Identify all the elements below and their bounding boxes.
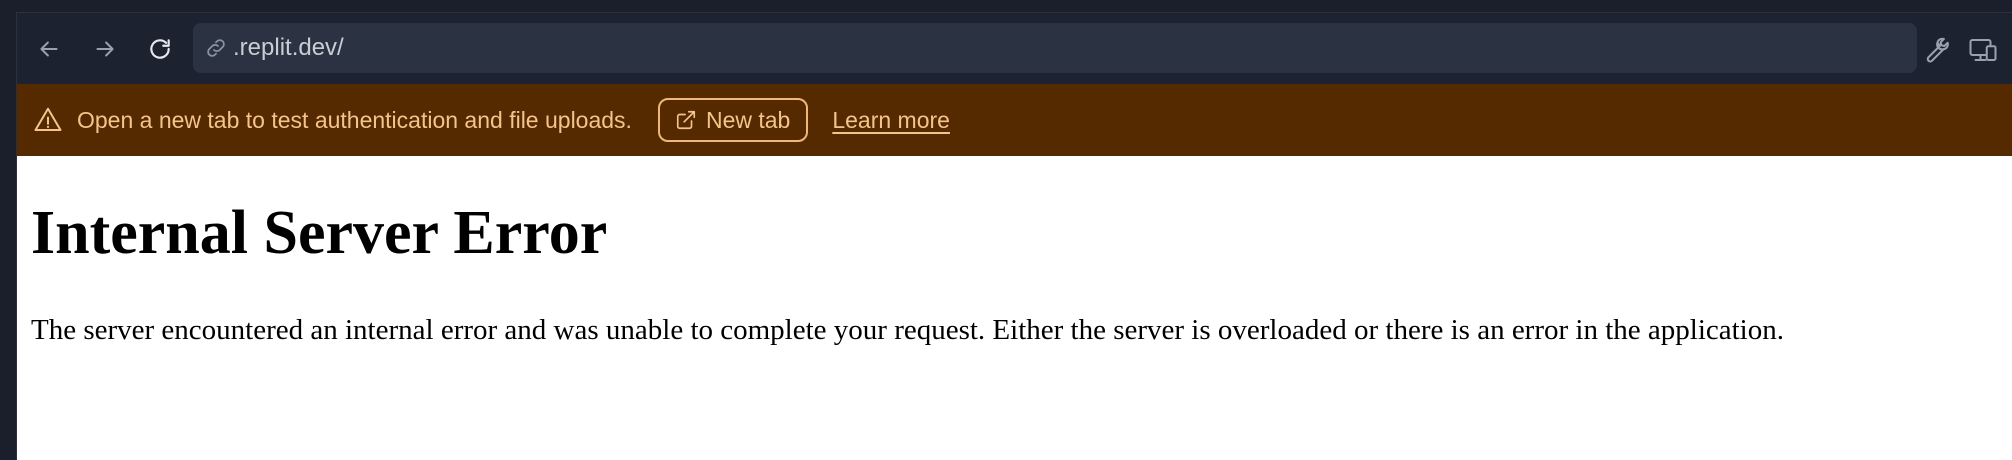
left-rail [0,12,17,460]
arrow-left-icon [40,41,58,57]
browser-toolbar [17,13,2012,84]
banner-message: Open a new tab to test authentication an… [77,106,632,133]
wrench-icon [1926,37,1949,63]
reload-button[interactable] [144,33,176,65]
back-button[interactable] [33,33,65,65]
responsive-devices-icon [1969,39,1997,61]
address-bar[interactable] [193,23,1917,73]
browser-window: Open a new tab to test authentication an… [0,0,2012,460]
responsive-devices-button[interactable] [1966,33,2000,67]
warning-banner: Open a new tab to test authentication an… [17,84,2012,156]
forward-button[interactable] [89,33,121,65]
new-tab-label: New tab [705,106,791,133]
new-tab-button[interactable]: New tab [657,98,809,142]
devtools-button[interactable] [1917,33,1951,67]
learn-more-link[interactable]: Learn more [832,107,950,134]
warning-triangle-icon [31,103,65,137]
error-message: The server encountered an internal error… [31,314,1784,346]
url-input[interactable] [233,34,1833,62]
external-link-icon [674,108,698,132]
reload-icon [150,39,170,59]
link-icon [203,35,229,61]
window-top-edge [0,0,2012,13]
error-heading: Internal Server Error [31,199,608,267]
arrow-right-icon [96,41,114,57]
page-content: Internal Server Error The server encount… [17,156,2012,460]
